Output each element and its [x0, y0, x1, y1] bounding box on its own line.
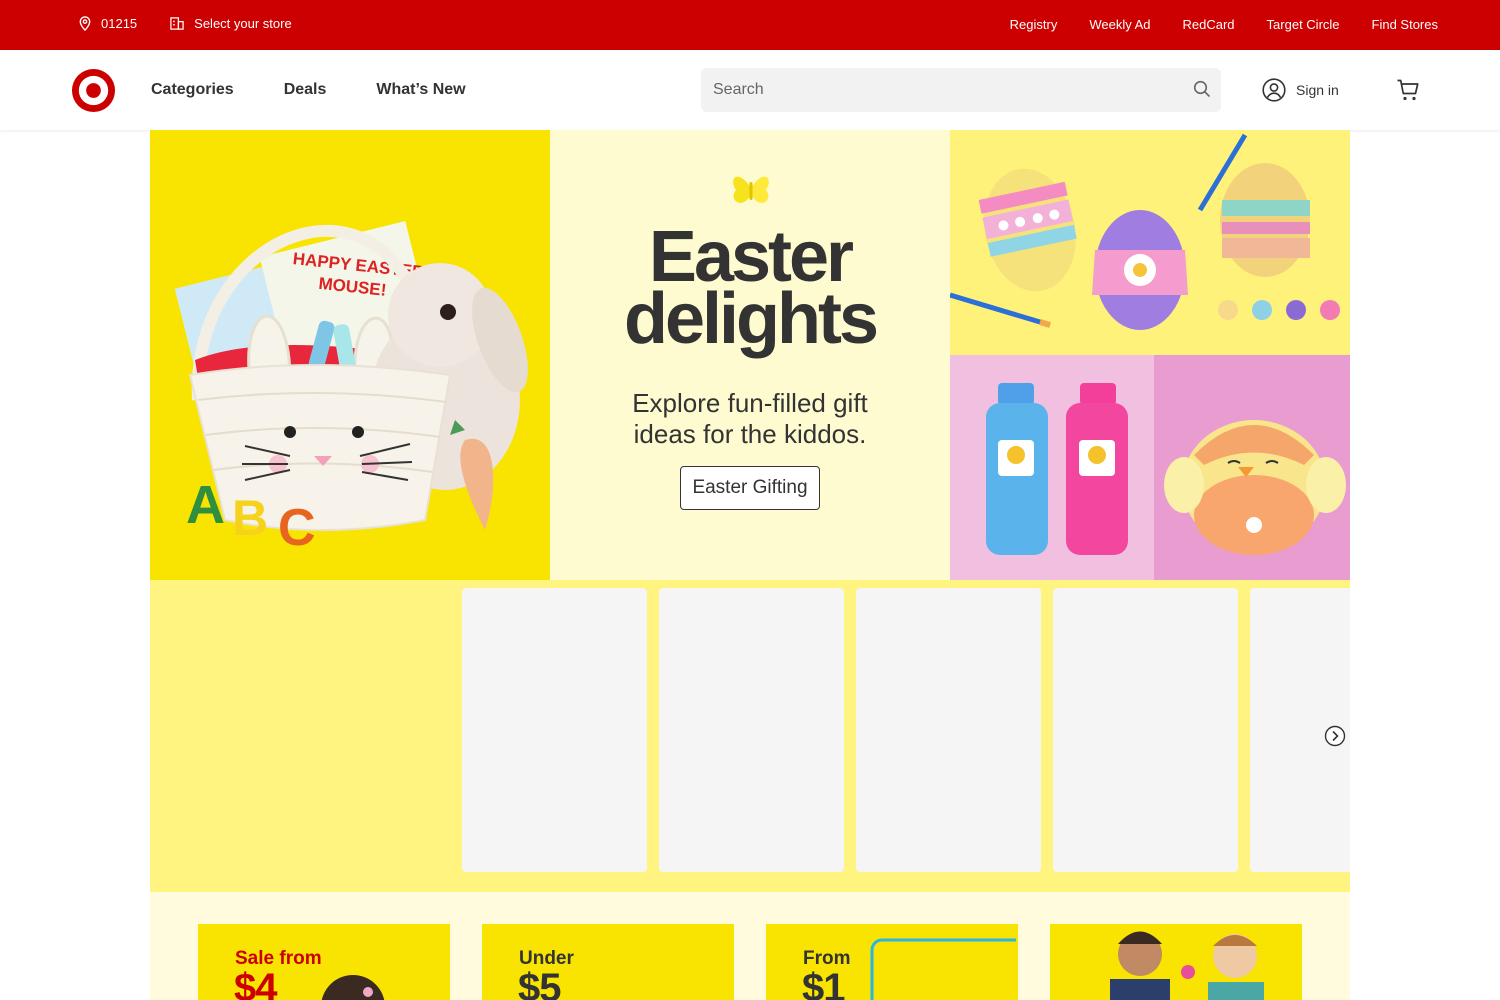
kids-photo: [1110, 931, 1264, 1000]
deal-price: $4: [234, 966, 277, 1000]
hero-subtitle: Explore fun-filled gift ideas for the ki…: [550, 388, 950, 450]
cart-icon[interactable]: [1396, 78, 1420, 102]
easter-gifting-button[interactable]: Easter Gifting: [680, 466, 820, 510]
hero-subtitle-line2: ideas for the kiddos.: [633, 419, 867, 449]
location-pin-icon: [79, 16, 91, 31]
target-logo-icon[interactable]: [71, 68, 116, 113]
plush-chick-illustration: [1164, 420, 1346, 555]
bubble-bottles-illustration: [986, 383, 1128, 555]
deal-price: $1: [802, 966, 845, 1000]
deal-card-from-1[interactable]: From $1: [766, 924, 1018, 1000]
zip-code-selector[interactable]: 01215: [78, 16, 137, 31]
nav-deals[interactable]: Deals: [284, 81, 327, 99]
target-circle-link[interactable]: Target Circle: [1267, 17, 1340, 32]
child-photo: [321, 975, 385, 1000]
registry-link[interactable]: Registry: [1010, 17, 1058, 32]
main-header: Categories Deals What’s New Sign in: [0, 50, 1500, 130]
utility-links: Registry Weekly Ad RedCard Target Circle…: [978, 17, 1438, 32]
hero-image-bubble-bottles[interactable]: [950, 355, 1154, 580]
search-bar: [701, 68, 1221, 112]
main-nav: Categories Deals What’s New: [151, 81, 516, 99]
svg-text:C: C: [278, 499, 316, 557]
chevron-right-icon[interactable]: [1324, 725, 1346, 747]
deal-card-under-5[interactable]: Under $5: [482, 924, 734, 1000]
product-carousel: [150, 580, 1350, 892]
svg-text:B: B: [232, 490, 268, 546]
hero-subtitle-line1: Explore fun-filled gift: [632, 388, 868, 418]
nav-categories[interactable]: Categories: [151, 81, 234, 99]
product-photo: [870, 938, 1016, 1000]
zip-code-label: 01215: [101, 16, 138, 31]
carousel-card[interactable]: [856, 588, 1041, 872]
hero-image-basket[interactable]: HAPPY EASTER MOUSE! A B C: [150, 130, 550, 580]
sign-in-label: Sign in: [1296, 82, 1339, 98]
search-icon[interactable]: [1193, 80, 1211, 98]
deal-price: $5: [518, 966, 561, 1000]
deal-card-kids-apparel[interactable]: [1050, 924, 1302, 1000]
svg-text:A: A: [186, 475, 225, 535]
nav-whats-new[interactable]: What’s New: [376, 81, 465, 99]
account-icon: [1262, 78, 1286, 102]
hero-banner: HAPPY EASTER MOUSE! A B C Easter delight…: [150, 130, 1350, 580]
carousel-card[interactable]: [462, 588, 647, 872]
search-input[interactable]: [701, 68, 1171, 112]
hero-title: Easter delights: [550, 221, 950, 359]
deals-row: Sale from $4 Under $5 From $1: [150, 892, 1350, 1000]
weekly-ad-link[interactable]: Weekly Ad: [1089, 17, 1150, 32]
store-icon: [170, 17, 184, 30]
find-stores-link[interactable]: Find Stores: [1372, 17, 1438, 32]
redcard-link[interactable]: RedCard: [1183, 17, 1235, 32]
hero-title-line2: delights: [623, 279, 879, 359]
carousel-card[interactable]: [1053, 588, 1238, 872]
store-selector[interactable]: Select your store: [169, 16, 292, 31]
utility-left: 01215 Select your store: [78, 16, 324, 31]
store-label: Select your store: [194, 16, 292, 31]
sign-in-button[interactable]: Sign in: [1262, 78, 1339, 102]
utility-bar: 01215 Select your store Registry Weekly …: [0, 0, 1500, 50]
easter-basket-illustration: HAPPY EASTER MOUSE! A B C: [174, 220, 528, 557]
hero-copy: Easter delights Explore fun-filled gift …: [550, 130, 950, 580]
hero-image-painted-eggs[interactable]: [950, 130, 1350, 355]
deal-card-sale-from-4[interactable]: Sale from $4: [198, 924, 450, 1000]
hero-image-plush-chick[interactable]: [1154, 355, 1350, 580]
butterfly-icon: [733, 176, 769, 203]
painted-eggs-illustration: [950, 133, 1340, 330]
carousel-card[interactable]: [659, 588, 844, 872]
